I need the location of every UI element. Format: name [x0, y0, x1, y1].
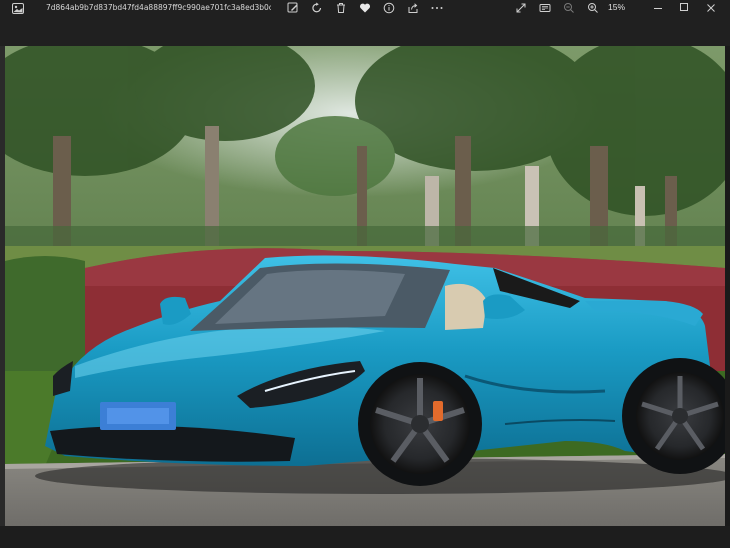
photo-app-icon	[10, 1, 26, 15]
car-photo	[5, 46, 725, 526]
close-icon[interactable]	[699, 0, 723, 16]
file-name: 7d864ab9b7d837bd47fd4a88897ff9c990ae701f…	[46, 3, 271, 12]
toolbar-background	[0, 16, 730, 46]
bottom-bar	[0, 526, 730, 548]
delete-icon[interactable]	[333, 0, 349, 16]
info-icon[interactable]	[381, 0, 397, 16]
photo-viewport[interactable]	[5, 46, 725, 526]
rotate-icon[interactable]	[309, 0, 325, 16]
slideshow-icon[interactable]	[537, 0, 553, 16]
favorite-icon[interactable]	[357, 0, 373, 16]
zoom-level: 15%	[608, 2, 626, 12]
title-bar: 7d864ab9b7d837bd47fd4a88897ff9c990ae701f…	[0, 0, 730, 16]
more-icon[interactable]	[429, 0, 445, 16]
zoom-out-icon[interactable]	[561, 0, 577, 16]
fullscreen-icon[interactable]	[513, 0, 529, 16]
zoom-in-icon[interactable]	[585, 0, 601, 16]
maximize-icon[interactable]	[672, 0, 696, 16]
right-edge-strip	[725, 46, 730, 526]
share-icon[interactable]	[405, 0, 421, 16]
minimize-icon[interactable]	[646, 0, 670, 16]
edit-image-icon[interactable]	[285, 0, 301, 16]
